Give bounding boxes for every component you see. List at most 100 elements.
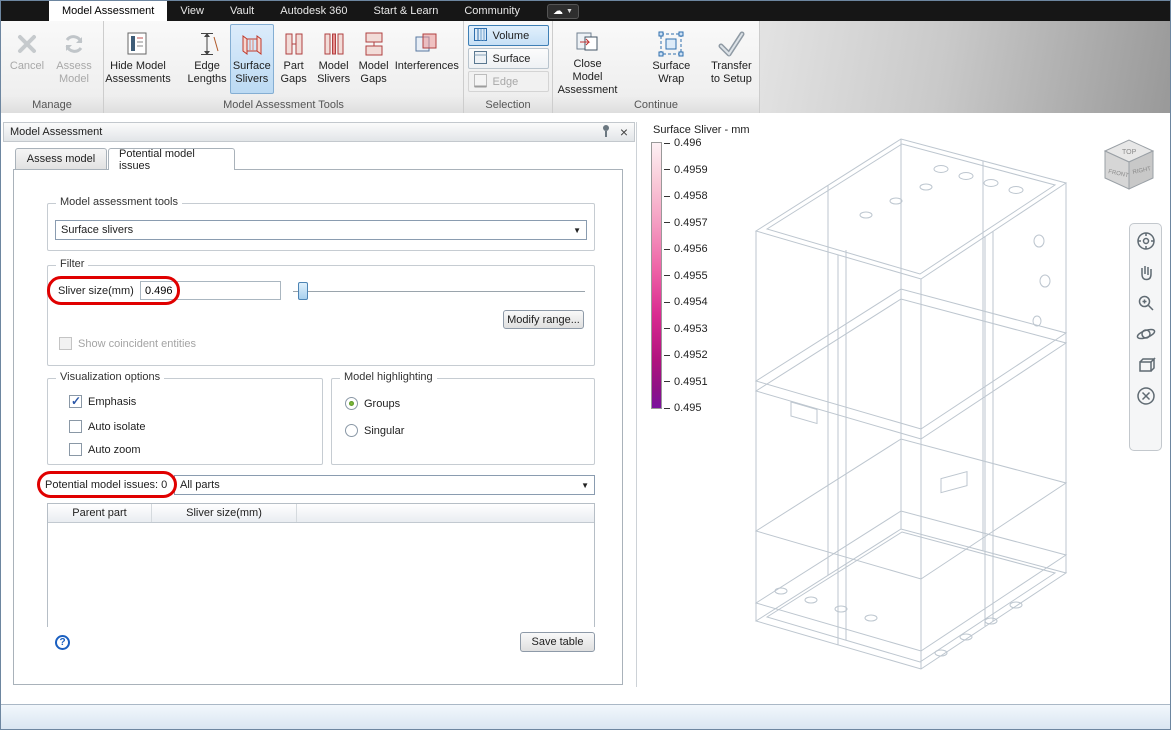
parts-filter-value: All parts bbox=[180, 479, 220, 491]
column-header-empty bbox=[297, 504, 594, 522]
surface-slivers-label-1: Surface bbox=[232, 60, 271, 72]
sliver-size-slider-thumb[interactable] bbox=[298, 282, 308, 300]
model-gaps-button[interactable]: Model Gaps bbox=[355, 24, 393, 94]
groups-radio[interactable] bbox=[345, 397, 358, 410]
singular-label: Singular bbox=[364, 425, 405, 437]
emphasis-checkbox[interactable] bbox=[69, 394, 82, 408]
show-coincident-checkbox[interactable] bbox=[59, 337, 72, 350]
tab-start-learn[interactable]: Start & Learn bbox=[361, 1, 452, 21]
tab-assess-model[interactable]: Assess model bbox=[15, 148, 107, 169]
hide-model-icon bbox=[123, 28, 153, 60]
auto-zoom-label: Auto zoom bbox=[88, 444, 141, 456]
hide-model-assessments-button[interactable]: Hide Model Assessments bbox=[105, 24, 171, 94]
status-bar bbox=[1, 704, 1170, 729]
assess-label-1: Assess bbox=[56, 60, 92, 72]
surface-wrap-label: Surface Wrap bbox=[652, 60, 691, 85]
surface-slivers-label-2: Slivers bbox=[235, 73, 269, 85]
assessment-tool-value: Surface slivers bbox=[61, 224, 134, 236]
assess-label-2: Model bbox=[59, 73, 89, 85]
tab-community[interactable]: Community bbox=[451, 1, 533, 21]
sliver-size-slider-track[interactable] bbox=[293, 291, 585, 293]
close-model-label-2: Assessment bbox=[557, 84, 618, 96]
ribbon-group-selection: Volume Surface Edge Selection bbox=[464, 21, 553, 113]
ribbon-empty-area bbox=[760, 21, 1170, 113]
model-slivers-label-2: Slivers bbox=[317, 73, 351, 85]
assessment-tool-dropdown[interactable]: Surface slivers ▼ bbox=[55, 220, 587, 240]
transfer-label-1: Transfer bbox=[711, 60, 752, 72]
edge-label: Edge bbox=[492, 75, 519, 88]
model-slivers-label-1: Model bbox=[318, 60, 349, 72]
transfer-label-2: to Setup bbox=[710, 73, 752, 85]
parts-filter-dropdown[interactable]: All parts ▼ bbox=[174, 475, 595, 495]
part-gaps-label-2: Gaps bbox=[280, 73, 307, 85]
group-label-selection: Selection bbox=[464, 97, 552, 113]
cancel-label: Cancel bbox=[9, 60, 45, 72]
issues-table: Parent part Sliver size(mm) bbox=[47, 503, 595, 627]
close-model-assessment-button[interactable]: Close Model Assessment bbox=[556, 24, 619, 96]
model-viewport-wireframe[interactable] bbox=[641, 129, 1141, 691]
issues-table-header: Parent part Sliver size(mm) bbox=[48, 504, 594, 523]
part-gaps-button[interactable]: Part Gaps bbox=[275, 24, 313, 94]
tab-view[interactable]: View bbox=[167, 1, 217, 21]
chevron-down-icon: ▼ bbox=[565, 7, 573, 15]
auto-zoom-checkbox[interactable] bbox=[69, 443, 82, 456]
model-gaps-label-1: Model bbox=[358, 60, 389, 72]
surface-slivers-icon bbox=[237, 28, 267, 60]
edge-lengths-icon bbox=[192, 28, 222, 60]
emphasis-label: Emphasis bbox=[88, 396, 137, 408]
ribbon: Cancel Assess Model Manage Hide Model As… bbox=[1, 21, 1170, 113]
tab-potential-model-issues[interactable]: Potential model issues bbox=[108, 148, 235, 172]
tab-model-assessment[interactable]: Model Assessment bbox=[49, 1, 168, 21]
auto-isolate-label: Auto isolate bbox=[88, 421, 146, 433]
select-edge-button[interactable]: Edge bbox=[467, 71, 549, 92]
select-volume-button[interactable]: Volume bbox=[467, 25, 549, 46]
cancel-button[interactable]: Cancel bbox=[4, 24, 50, 94]
singular-radio[interactable] bbox=[345, 424, 358, 437]
potential-issues-count-label: Potential model issues: 0 bbox=[45, 479, 168, 491]
pin-icon[interactable] bbox=[600, 124, 612, 141]
show-coincident-label: Show coincident entities bbox=[78, 338, 197, 350]
interferences-label: Interferences bbox=[394, 60, 459, 72]
model-slivers-icon bbox=[320, 28, 348, 60]
model-gaps-icon bbox=[360, 28, 388, 60]
assess-model-button[interactable]: Assess Model bbox=[51, 24, 97, 94]
model-slivers-button[interactable]: Model Slivers bbox=[314, 24, 354, 94]
interferences-button[interactable]: Interferences bbox=[394, 24, 460, 94]
save-table-button[interactable]: Save table bbox=[520, 632, 595, 652]
edge-lengths-label-2: Lengths bbox=[187, 73, 227, 85]
close-model-label-1: Close Model bbox=[572, 58, 603, 83]
column-header-parent-part-label: Parent part bbox=[72, 507, 127, 519]
volume-icon bbox=[473, 27, 488, 45]
column-header-sliver-size-label: Sliver size(mm) bbox=[186, 507, 262, 519]
group-filter-label: Filter bbox=[56, 258, 89, 270]
tab-autodesk-360[interactable]: Autodesk 360 bbox=[267, 1, 360, 21]
group-label-continue: Continue bbox=[553, 97, 759, 113]
panel-header: Model Assessment × bbox=[3, 122, 635, 142]
auto-isolate-checkbox[interactable] bbox=[69, 420, 82, 433]
surface-wrap-button[interactable]: Surface Wrap bbox=[637, 24, 706, 94]
part-gaps-label-1: Part bbox=[283, 60, 304, 72]
tab-vault[interactable]: Vault bbox=[217, 1, 267, 21]
chevron-down-icon: ▼ bbox=[573, 225, 581, 235]
select-surface-button[interactable]: Surface bbox=[467, 48, 549, 69]
application-window: Model Assessment View Vault Autodesk 360… bbox=[0, 0, 1171, 730]
group-model-assessment-tools-label: Model assessment tools bbox=[56, 196, 182, 208]
ribbon-group-tools: Hide Model Assessments Edge Lengths Surf… bbox=[104, 21, 464, 113]
sliver-size-input[interactable] bbox=[140, 281, 281, 300]
column-header-sliver-size[interactable]: Sliver size(mm) bbox=[152, 504, 297, 522]
interferences-icon bbox=[412, 28, 442, 60]
hide-label-2: Assessments bbox=[105, 73, 171, 85]
transfer-to-setup-button[interactable]: Transfer to Setup bbox=[707, 24, 756, 94]
modify-range-button[interactable]: Modify range... bbox=[503, 310, 584, 329]
cloud-menu-button[interactable]: ☁ ▼ bbox=[546, 3, 579, 19]
edge-lengths-button[interactable]: Edge Lengths bbox=[185, 24, 229, 94]
model-gaps-label-2: Gaps bbox=[360, 73, 387, 85]
surface-wrap-icon bbox=[656, 28, 686, 60]
panel-close-icon[interactable]: × bbox=[620, 125, 628, 139]
save-table-label: Save table bbox=[531, 636, 584, 648]
surface-slivers-button[interactable]: Surface Slivers bbox=[229, 24, 274, 94]
help-icon[interactable]: ? bbox=[55, 635, 70, 650]
panel-viewport-splitter[interactable] bbox=[636, 122, 637, 687]
column-header-parent-part[interactable]: Parent part bbox=[48, 504, 152, 522]
hide-label-1: Hide Model bbox=[110, 60, 166, 72]
